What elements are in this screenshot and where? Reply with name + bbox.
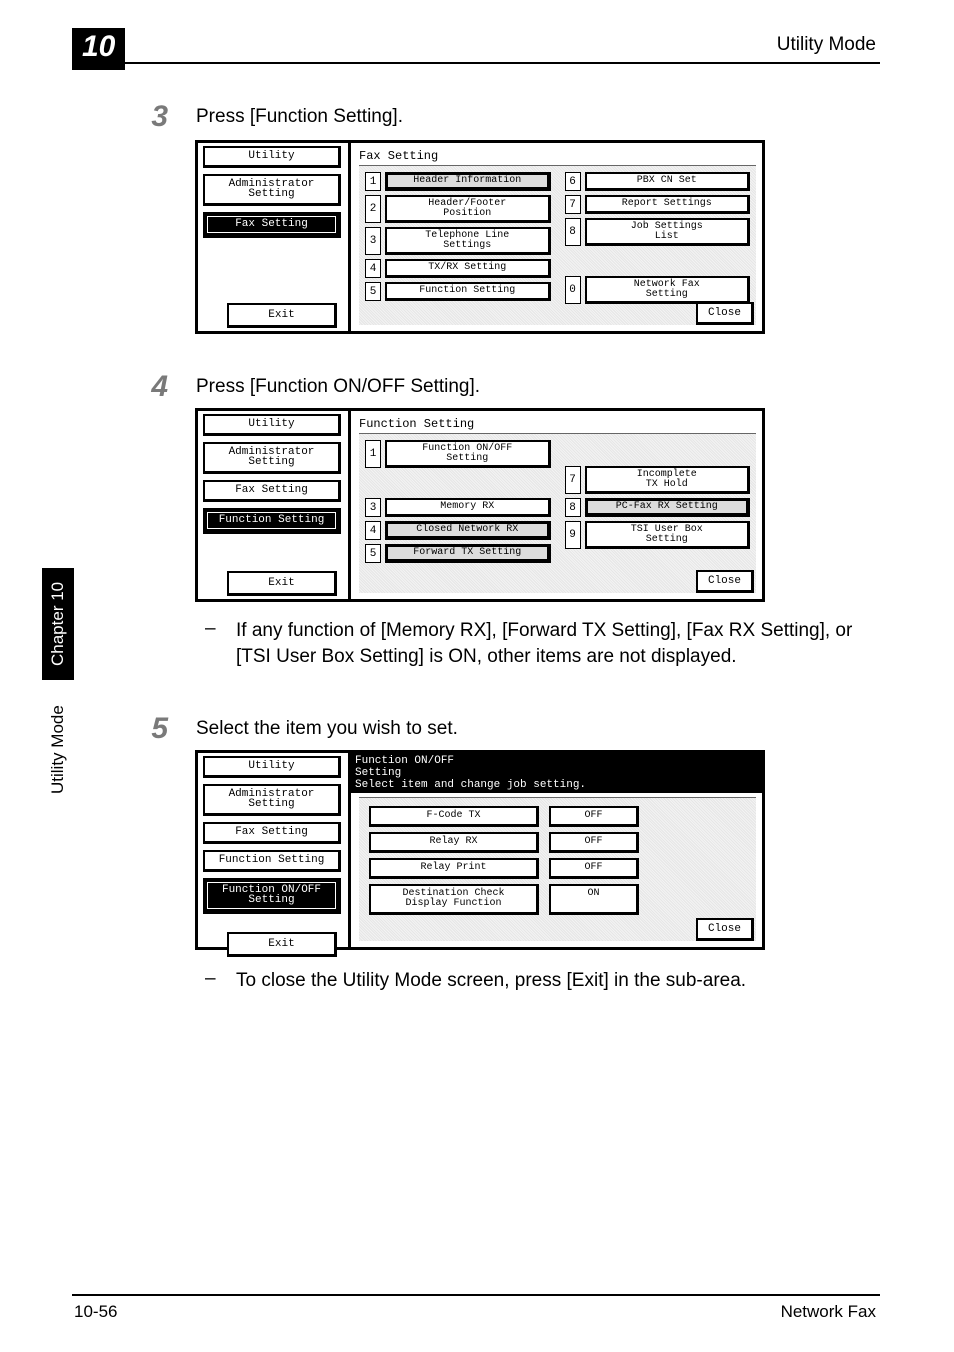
opt-closed-network-rx[interactable]: Closed Network RX: [385, 521, 551, 540]
val-relay-rx[interactable]: OFF: [549, 832, 639, 853]
row-relay-rx[interactable]: Relay RX: [369, 832, 539, 853]
crumb-admin-3[interactable]: Administrator Setting: [203, 784, 341, 816]
screenshot-function-onoff: Utility Administrator Setting Fax Settin…: [195, 750, 765, 950]
val-fcode-tx[interactable]: OFF: [549, 806, 639, 827]
opt-report-settings[interactable]: Report Settings: [585, 195, 751, 214]
opt-telephone-line-settings[interactable]: Telephone Line Settings: [385, 227, 551, 255]
opt-job-settings-list[interactable]: Job Settings List: [585, 218, 751, 246]
num-3: 3: [365, 227, 381, 255]
num-4: 4: [365, 259, 381, 278]
p2-num-8: 8: [565, 498, 581, 517]
opt-incomplete-tx-hold[interactable]: Incomplete TX Hold: [585, 466, 751, 494]
p2-num-9: 9: [565, 521, 581, 549]
crumb-function-setting-3[interactable]: Function Setting: [203, 850, 341, 872]
opt-function-setting[interactable]: Function Setting: [385, 282, 551, 301]
step-4-text: Press [Function ON/OFF Setting].: [196, 376, 480, 398]
header-rule: [72, 62, 880, 64]
crumb-utility-3[interactable]: Utility: [203, 756, 341, 778]
note-after-step5: To close the Utility Mode screen, press …: [236, 968, 876, 994]
num-6: 6: [565, 172, 581, 191]
crumb-onoff-selected[interactable]: Function ON/OFF Setting: [203, 878, 341, 914]
opt-header-footer-position[interactable]: Header/Footer Position: [385, 195, 551, 223]
opt-pbx-cn-set[interactable]: PBX CN Set: [585, 172, 751, 191]
close-button[interactable]: Close: [696, 302, 754, 325]
step-4-number: 4: [140, 370, 168, 404]
panel3-subtitle-bar: Function ON/OFF Setting Select item and …: [351, 753, 762, 793]
opt-forward-tx-setting[interactable]: Forward TX Setting: [385, 544, 551, 563]
val-dest-check[interactable]: ON: [549, 884, 639, 915]
num-1: 1: [365, 172, 381, 191]
screenshot-function-setting: Utility Administrator Setting Fax Settin…: [195, 408, 765, 602]
p2-num-1: 1: [365, 440, 381, 468]
note-after-step4: If any function of [Memory RX], [Forward…: [236, 618, 876, 669]
p2-num-5: 5: [365, 544, 381, 563]
step-3-number: 3: [140, 100, 168, 134]
exit-button-3[interactable]: Exit: [227, 932, 337, 957]
opt-network-fax-setting[interactable]: Network Fax Setting: [585, 276, 751, 304]
exit-button-2[interactable]: Exit: [227, 571, 337, 596]
panel1-title: Fax Setting: [359, 147, 756, 165]
opt-function-onoff-setting[interactable]: Function ON/OFF Setting: [385, 440, 551, 468]
num-7: 7: [565, 195, 581, 214]
note-dash-1: –: [205, 618, 216, 640]
crumb-utility[interactable]: Utility: [203, 146, 341, 168]
footer-rule: [72, 1294, 880, 1296]
side-tab-chapter: Chapter 10: [42, 568, 74, 680]
opt-tsi-user-box-setting[interactable]: TSI User Box Setting: [585, 521, 751, 549]
p2-num-3: 3: [365, 498, 381, 517]
panel2-title: Function Setting: [359, 415, 756, 433]
num-0: 0: [565, 276, 581, 304]
exit-button[interactable]: Exit: [227, 303, 337, 328]
opt-memory-rx[interactable]: Memory RX: [385, 498, 551, 517]
crumb-admin-2[interactable]: Administrator Setting: [203, 442, 341, 474]
opt-pcfax-rx-setting[interactable]: PC-Fax RX Setting: [585, 498, 751, 517]
opt-header-information[interactable]: Header Information: [385, 172, 551, 191]
panel3-title: Function ON/OFF Setting: [355, 755, 758, 779]
val-relay-print[interactable]: OFF: [549, 858, 639, 879]
side-tab-mode: Utility Mode: [42, 691, 74, 808]
step-5-text: Select the item you wish to set.: [196, 718, 458, 740]
num-8: 8: [565, 218, 581, 246]
crumb-fax-setting-3[interactable]: Fax Setting: [203, 822, 341, 844]
panel3-subtitle: Select item and change job setting.: [355, 779, 758, 791]
step-5-number: 5: [140, 712, 168, 746]
row-fcode-tx[interactable]: F-Code TX: [369, 806, 539, 827]
crumb-onoff-label: Function ON/OFF Setting: [207, 882, 336, 909]
opt-txrx-setting[interactable]: TX/RX Setting: [385, 259, 551, 278]
crumb-fax-setting-selected[interactable]: Fax Setting: [203, 212, 341, 238]
crumb-function-setting-selected[interactable]: Function Setting: [203, 508, 341, 534]
crumb-admin-setting[interactable]: Administrator Setting: [203, 174, 341, 206]
close-button-3[interactable]: Close: [696, 918, 754, 941]
screenshot-fax-setting: Utility Administrator Setting Fax Settin…: [195, 140, 765, 334]
p2-num-7: 7: [565, 466, 581, 494]
close-button-2[interactable]: Close: [696, 570, 754, 593]
row-relay-print[interactable]: Relay Print: [369, 858, 539, 879]
p2-num-4: 4: [365, 521, 381, 540]
footer-page: 10-56: [74, 1302, 117, 1322]
crumb-fax-setting-label: Fax Setting: [207, 216, 336, 233]
crumb-utility-2[interactable]: Utility: [203, 414, 341, 436]
step-3-text: Press [Function Setting].: [196, 106, 403, 128]
num-5: 5: [365, 282, 381, 301]
footer-doc: Network Fax: [781, 1302, 876, 1322]
crumb-function-setting-label: Function Setting: [207, 512, 336, 529]
note-dash-2: –: [205, 968, 216, 990]
header-title: Utility Mode: [777, 34, 876, 56]
row-dest-check[interactable]: Destination Check Display Function: [369, 884, 539, 915]
crumb-fax-setting-2[interactable]: Fax Setting: [203, 480, 341, 502]
num-2: 2: [365, 195, 381, 223]
